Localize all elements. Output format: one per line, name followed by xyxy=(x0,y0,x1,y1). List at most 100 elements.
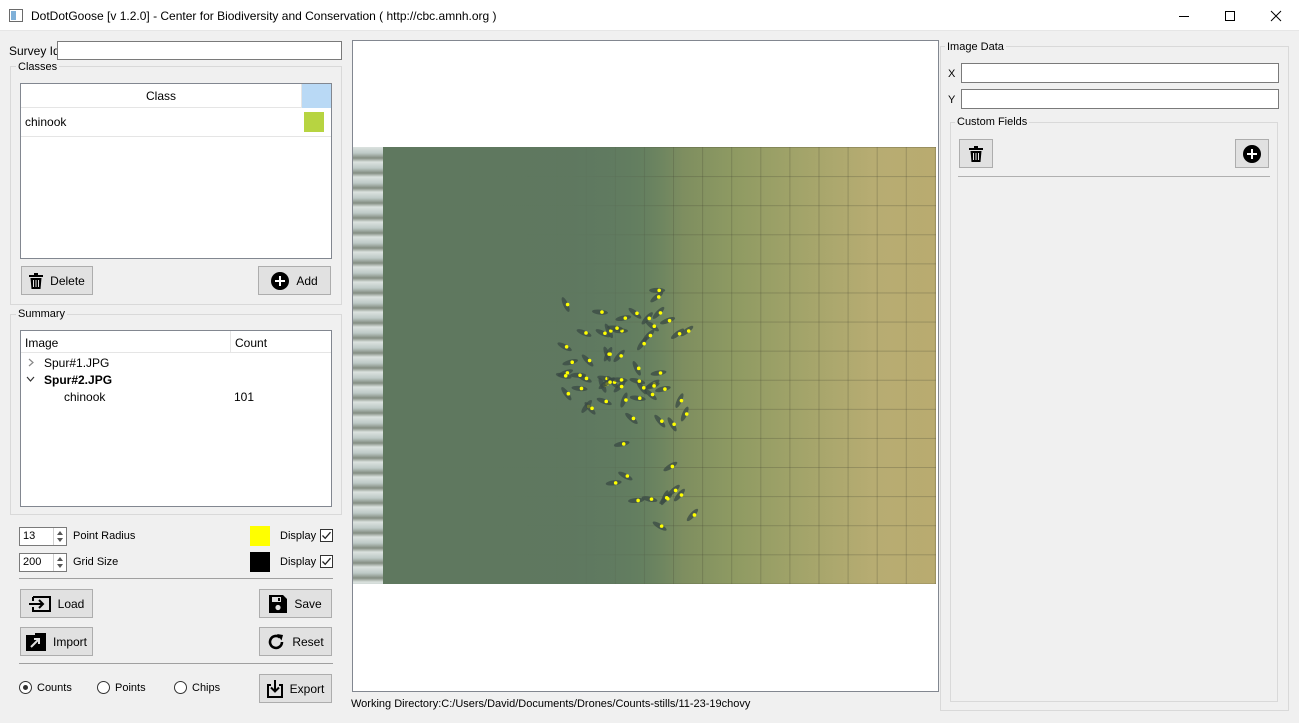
annotation-point xyxy=(615,326,619,330)
working-directory: Working Directory:C:/Users/David/Documen… xyxy=(351,698,751,710)
fish-shape xyxy=(562,359,578,366)
point-display-label: Display xyxy=(280,530,317,542)
add-class-label: Add xyxy=(296,273,318,288)
counts-radio[interactable] xyxy=(19,681,32,694)
fish-shape xyxy=(605,480,622,486)
add-field-button[interactable] xyxy=(1235,139,1269,168)
fish-shape xyxy=(632,361,641,376)
annotation-point xyxy=(587,358,592,363)
annotation-point xyxy=(649,497,654,501)
point-radius-value: 13 xyxy=(23,530,36,542)
summary-header: Image Count xyxy=(21,331,331,353)
maximize-button[interactable] xyxy=(1207,0,1253,31)
fish-shape xyxy=(686,508,699,522)
tree-row[interactable]: Spur#1.JPG xyxy=(21,354,331,371)
reset-button[interactable]: Reset xyxy=(259,627,332,656)
title-bar: DotDotGoose [v 1.2.0] - Center for Biodi… xyxy=(0,0,1299,31)
tree-child-row[interactable]: chinook 101 xyxy=(21,388,331,405)
grid-size-spinbox[interactable]: 200 xyxy=(19,553,67,572)
export-label: Export xyxy=(289,681,325,696)
classes-table[interactable]: Class chinook xyxy=(20,83,332,259)
point-display-checkbox[interactable] xyxy=(320,529,333,542)
points-radio[interactable] xyxy=(97,681,110,694)
reset-label: Reset xyxy=(292,634,324,649)
point-color-swatch[interactable] xyxy=(250,526,270,546)
spin-arrows-icon[interactable] xyxy=(53,528,66,545)
image-column-header[interactable]: Image xyxy=(25,336,58,350)
x-input[interactable] xyxy=(961,63,1279,83)
close-icon xyxy=(1270,10,1282,21)
classes-legend: Classes xyxy=(16,61,60,73)
grid-color-swatch[interactable] xyxy=(250,552,270,572)
fish-shape xyxy=(675,393,684,408)
class-color-swatch[interactable] xyxy=(304,112,324,132)
load-icon xyxy=(28,595,51,612)
annotation-point xyxy=(590,406,594,411)
tree-row[interactable]: Spur#2.JPG xyxy=(21,371,331,388)
fish-shape xyxy=(557,342,572,352)
class-row[interactable]: chinook xyxy=(21,108,331,137)
counts-radio-label[interactable]: Counts xyxy=(37,682,72,694)
fish-shape xyxy=(613,440,630,447)
load-label: Load xyxy=(57,596,85,611)
chips-radio[interactable] xyxy=(174,681,187,694)
survey-id-input[interactable] xyxy=(57,41,342,60)
annotation-point xyxy=(566,391,571,396)
close-button[interactable] xyxy=(1253,0,1299,31)
annotation-point xyxy=(670,464,675,469)
chips-radio-label[interactable]: Chips xyxy=(192,682,220,694)
fish-shape xyxy=(570,372,587,378)
delete-field-button[interactable] xyxy=(959,139,993,168)
annotation-point xyxy=(663,387,667,391)
annotation-point xyxy=(603,331,607,336)
y-input[interactable] xyxy=(961,89,1279,109)
load-button[interactable]: Load xyxy=(20,589,93,618)
import-icon xyxy=(25,632,46,651)
fish-shape xyxy=(561,297,570,312)
annotation-point xyxy=(600,310,604,314)
annotation-point xyxy=(650,392,655,397)
app-icon xyxy=(9,9,23,22)
export-button[interactable]: Export xyxy=(259,674,332,703)
summary-tree[interactable]: Image Count Spur#1.JPG Spur#2.JPG chinoo… xyxy=(20,330,332,507)
x-label: X xyxy=(948,68,956,80)
count-column-header[interactable]: Count xyxy=(235,336,267,350)
window-title: DotDotGoose [v 1.2.0] - Center for Biodi… xyxy=(31,9,497,23)
annotation-point xyxy=(565,302,570,307)
annotation-point xyxy=(658,311,663,315)
grid-size-label: Grid Size xyxy=(73,556,119,568)
annotation-point xyxy=(619,378,624,382)
annotation-point xyxy=(608,380,612,384)
points-radio-label[interactable]: Points xyxy=(115,682,146,694)
annotation-point xyxy=(667,318,672,323)
annotation-point xyxy=(584,376,589,381)
plus-circle-icon xyxy=(271,271,290,290)
separator xyxy=(958,176,1270,177)
annotation-point xyxy=(631,416,636,421)
annotation-point xyxy=(652,384,656,388)
annotation-point xyxy=(636,366,641,371)
add-class-button[interactable]: Add xyxy=(258,266,331,295)
spin-arrows-icon[interactable] xyxy=(53,554,66,571)
fish-shape xyxy=(642,329,655,342)
annotation-point xyxy=(624,398,628,402)
minimize-button[interactable] xyxy=(1161,0,1207,31)
y-label: Y xyxy=(948,94,956,106)
grid-display-label: Display xyxy=(280,556,317,568)
delete-class-button[interactable]: Delete xyxy=(21,266,93,295)
color-column-header[interactable] xyxy=(301,84,331,108)
class-column-header[interactable]: Class xyxy=(21,84,301,108)
annotation-point xyxy=(660,419,664,423)
annotation-point xyxy=(579,386,584,391)
point-radius-spinbox[interactable]: 13 xyxy=(19,527,67,546)
annotation-point xyxy=(679,493,684,497)
import-button[interactable]: Import xyxy=(20,627,93,656)
annotation-point xyxy=(692,513,697,517)
annotation-point xyxy=(677,331,682,336)
grid-display-checkbox[interactable] xyxy=(320,555,333,568)
annotation-point xyxy=(648,333,653,338)
fish-shape xyxy=(660,316,676,325)
annotation-point xyxy=(642,341,646,346)
save-button[interactable]: Save xyxy=(259,589,332,618)
fish-shape xyxy=(561,387,572,401)
